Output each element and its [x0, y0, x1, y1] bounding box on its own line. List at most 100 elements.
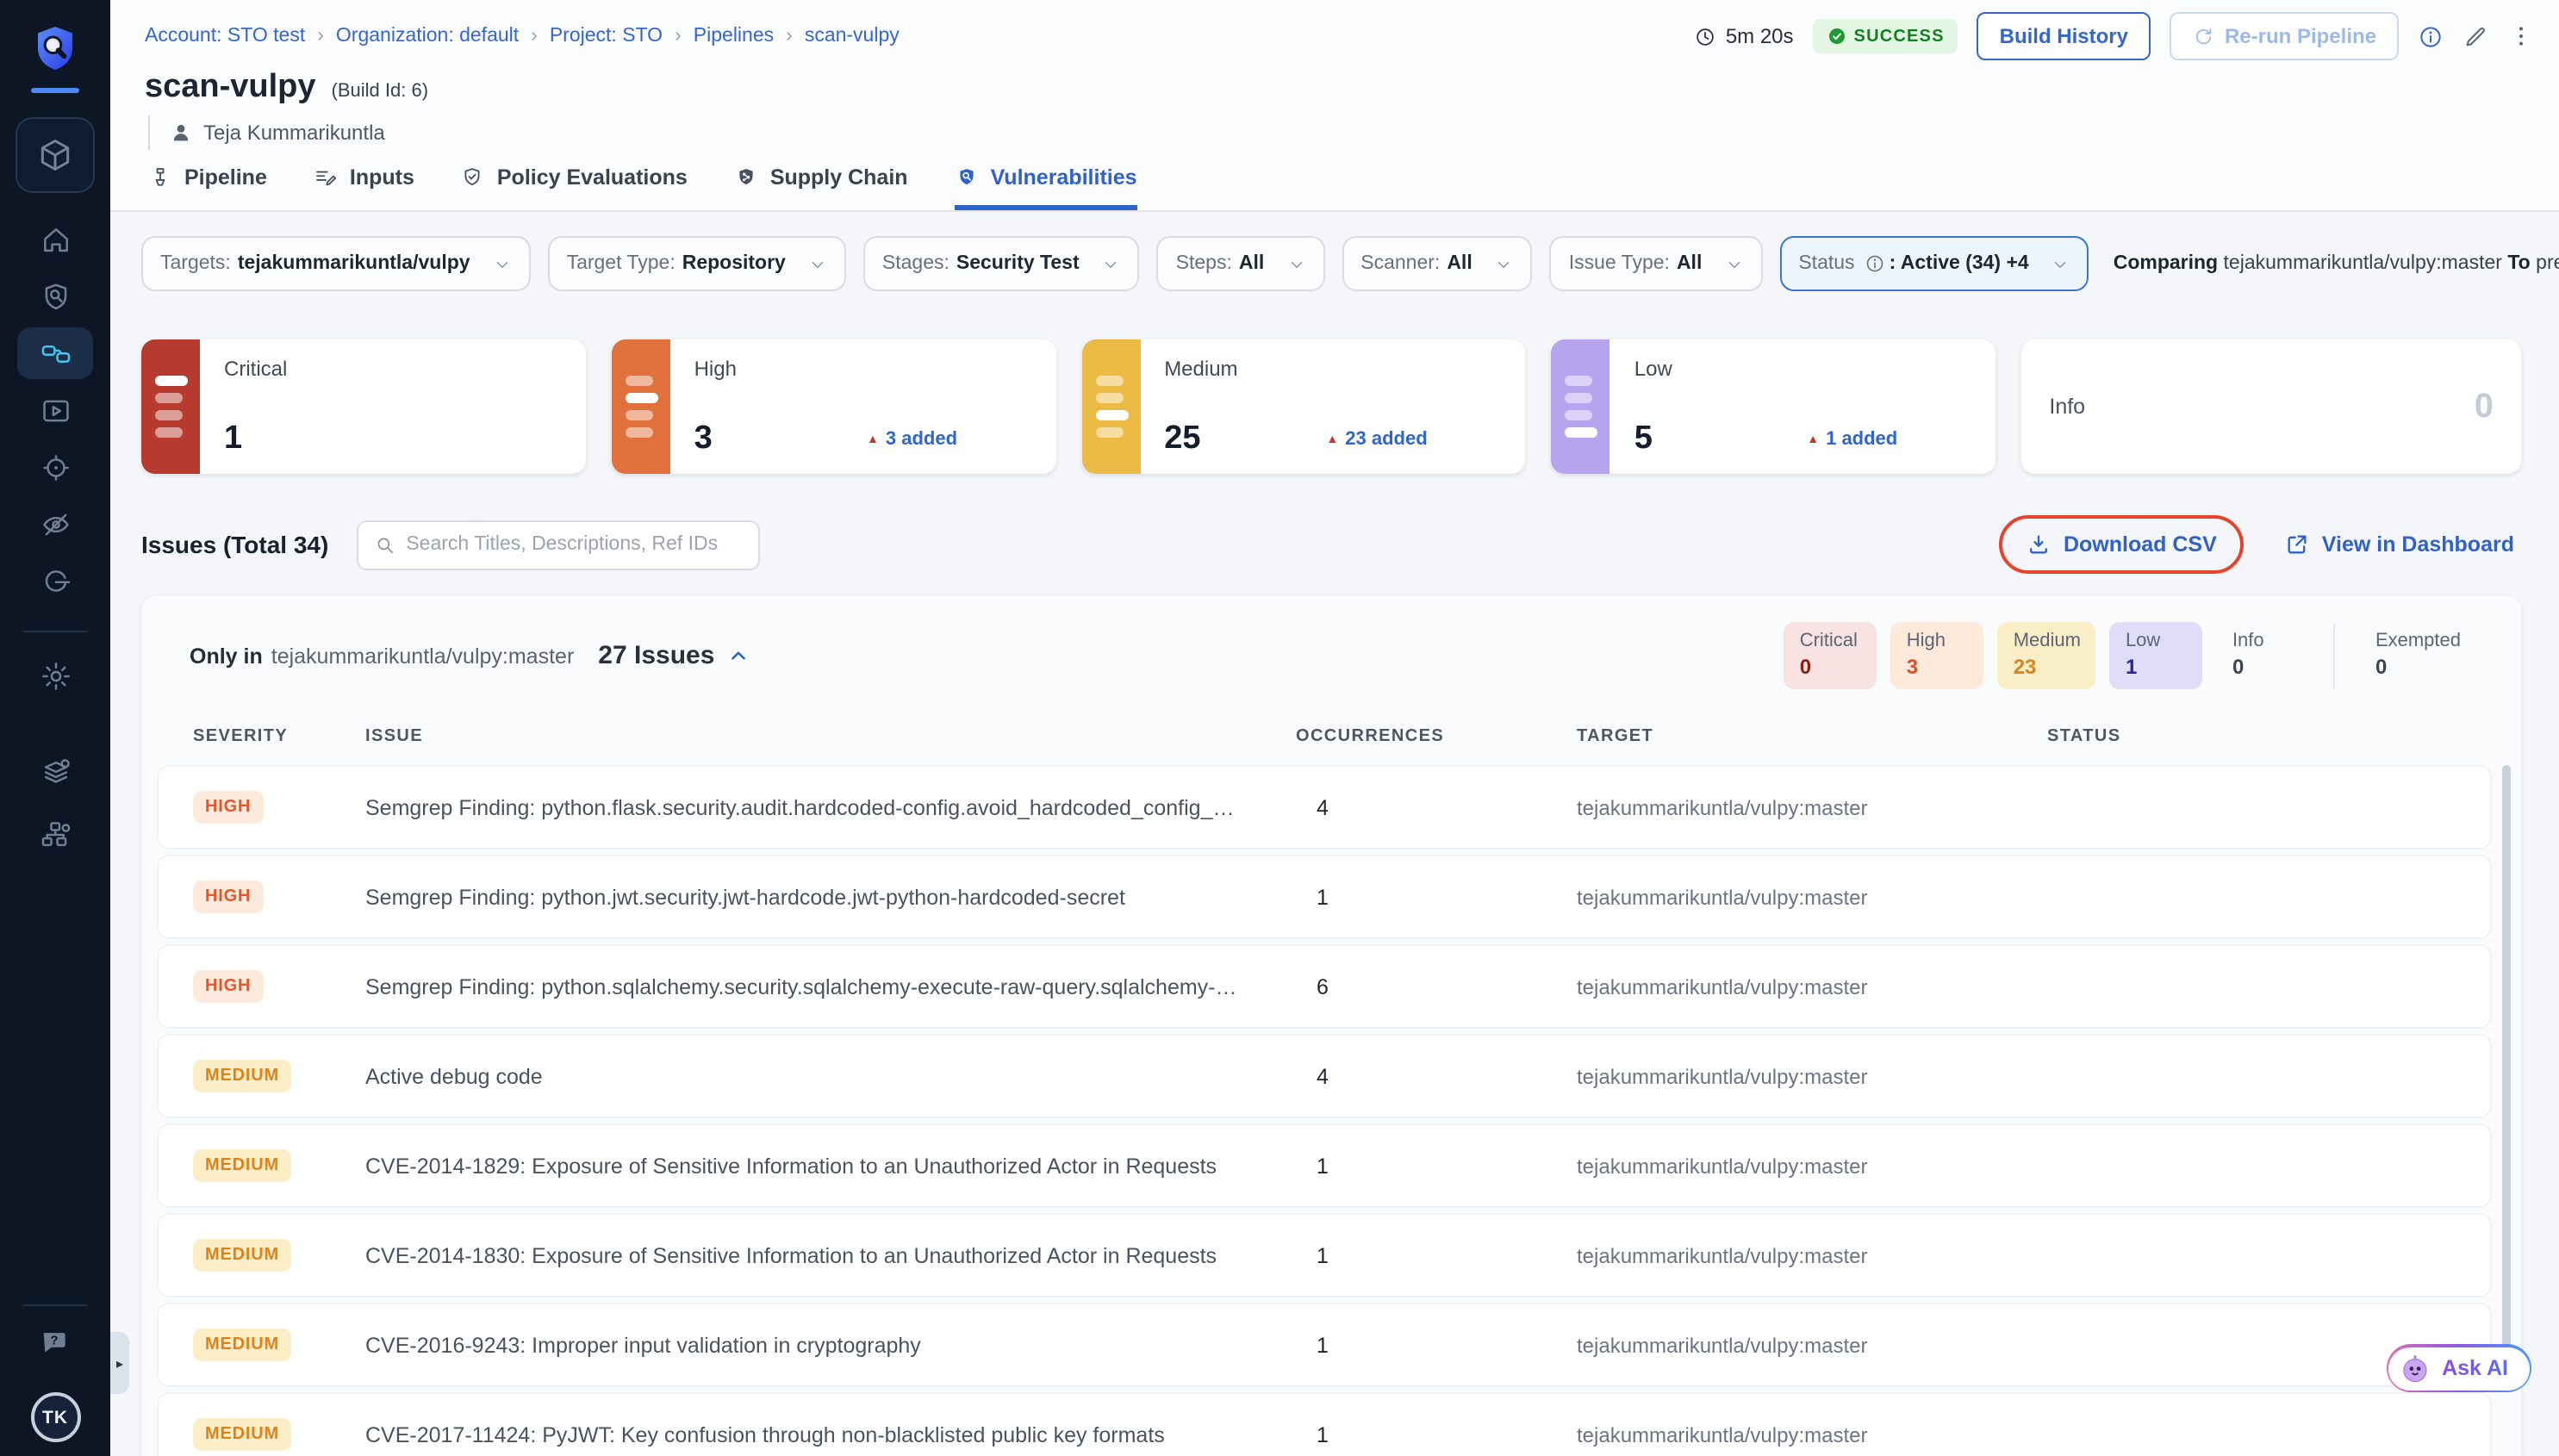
table-row[interactable]: MEDIUMCVE-2014-1829: Exposure of Sensiti… [159, 1125, 2490, 1206]
breadcrumb-link[interactable]: Project: STO [550, 26, 663, 47]
summary-pill-count: 1 [2126, 655, 2188, 679]
filter-status[interactable]: Status: Active (34) +4 [1779, 236, 2089, 291]
group-header: Only in tejakummarikuntla/vulpy:master 2… [141, 596, 2521, 700]
table-row[interactable]: MEDIUMActive debug code4tejakummarikuntl… [159, 1036, 2490, 1117]
duration-value: 5m 20s [1726, 24, 1794, 48]
column-header-status: STATUS [2047, 727, 2521, 746]
tab-supply-chain[interactable]: Supply Chain [734, 165, 908, 210]
target-value: tejakummarikuntla/vulpy:master [1577, 885, 2047, 909]
severity-card-label: Info [2049, 395, 2085, 419]
sidebar-bottom: ? TK [0, 1280, 110, 1456]
filter-targettype[interactable]: Target Type:Repository [548, 236, 846, 291]
vulnerabilities-tab-icon [955, 165, 979, 190]
clock-icon [1695, 25, 1717, 47]
sidebar-item-shield-scan[interactable] [17, 271, 93, 322]
tab-pipeline[interactable]: Pipeline [148, 165, 267, 210]
search-box[interactable] [356, 520, 759, 569]
main-column: Account: STO test › Organization: default ›… [110, 0, 2559, 1456]
user-avatar[interactable]: TK [30, 1392, 80, 1442]
edit-pipeline-icon[interactable] [2462, 23, 2488, 49]
scrollbar-thumb[interactable] [2502, 765, 2511, 1372]
severity-summary-pills: Critical0High3Medium23Low1Info0Exempted0 [1784, 622, 2476, 689]
sidebar-nav [17, 214, 93, 607]
breadcrumb-link[interactable]: Organization: default [336, 26, 519, 47]
breadcrumb-link[interactable]: Account: STO test [145, 26, 305, 47]
sidebar-item-settings[interactable] [17, 650, 93, 701]
tab-policy-evaluations[interactable]: Policy Evaluations [461, 165, 688, 210]
table-row[interactable]: HIGHSemgrep Finding: python.flask.securi… [159, 767, 2490, 848]
target-value: tejakummarikuntla/vulpy:master [1577, 795, 2047, 819]
sidebar-item-token[interactable] [17, 555, 93, 607]
sidebar-expand-handle[interactable]: ▸ [110, 1332, 129, 1394]
kebab-menu-icon[interactable] [2507, 22, 2535, 50]
tab-vulnerabilities[interactable]: Vulnerabilities [955, 165, 1137, 210]
issues-table-body: HIGHSemgrep Finding: python.flask.securi… [141, 763, 2521, 1456]
target-value: tejakummarikuntla/vulpy:master [1577, 1422, 2047, 1447]
severity-card-count: 25 [1164, 420, 1200, 458]
severity-badge: HIGH [193, 880, 263, 913]
triangle-up-icon: ▲ [867, 433, 879, 445]
issue-title: Semgrep Finding: python.jwt.security.jwt… [365, 885, 1296, 909]
table-row[interactable]: MEDIUMCVE-2017-11424: PyJWT: Key confusi… [159, 1394, 2490, 1456]
filter-steps[interactable]: Steps:All [1157, 236, 1325, 291]
column-header-issue: ISSUE [365, 727, 1296, 746]
issue-title: Active debug code [365, 1064, 1296, 1088]
table-row[interactable]: MEDIUMCVE-2014-1830: Exposure of Sensiti… [159, 1215, 2490, 1296]
filter-row: Targets:tejakummarikuntla/vulpy Target Ty… [141, 236, 2521, 291]
sto-shield-logo[interactable] [29, 22, 81, 74]
sidebar-item-layers-gear[interactable] [17, 746, 93, 798]
table-row[interactable]: HIGH Semgrep Finding: python.jwt.security… [159, 856, 2490, 937]
filter-issuetype[interactable]: Issue Type:All [1550, 236, 1763, 291]
severity-badge: HIGH [193, 970, 263, 1003]
build-duration: 5m 20s [1695, 24, 1794, 48]
filter-value: Security Test [956, 253, 1080, 274]
group-issues-count[interactable]: 27 Issues [598, 641, 749, 670]
summary-pill-label: Info [2232, 631, 2294, 651]
severity-cards: Critical1High3▲3 addedMedium25▲23 addedL… [141, 339, 2521, 474]
occurrences-value: 1 [1296, 1333, 1577, 1357]
module-selector-button[interactable] [16, 117, 95, 193]
sidebar-item-eye-off[interactable] [17, 498, 93, 550]
breadcrumb-separator: › [675, 26, 682, 47]
build-history-button[interactable]: Build History [1977, 12, 2151, 60]
search-input[interactable] [406, 534, 742, 555]
tab-label: Pipeline [184, 165, 267, 190]
column-header-target: TARGET [1577, 727, 2047, 746]
filter-value: Repository [682, 253, 786, 274]
table-row[interactable]: MEDIUMCVE-2016-9243: Improper input vali… [159, 1304, 2490, 1385]
target-value: tejakummarikuntla/vulpy:master [1577, 1154, 2047, 1178]
sidebar-item-home[interactable] [17, 214, 93, 265]
sidebar-item-pipelines[interactable] [17, 327, 93, 379]
sidebar-item-org-gear[interactable] [17, 808, 93, 860]
breadcrumb: Account: STO test › Organization: default ›… [145, 26, 900, 47]
filter-stages[interactable]: Stages:Security Test [863, 236, 1140, 291]
sidebar-item-targets[interactable] [17, 441, 93, 493]
download-csv-button[interactable]: Download CSV [2027, 532, 2217, 557]
info-icon[interactable] [2418, 23, 2444, 49]
svg-text:?: ? [50, 1333, 58, 1347]
sidebar-item-help[interactable]: ? [17, 1316, 93, 1368]
issue-title: CVE-2016-9243: Improper input validation… [365, 1333, 1296, 1357]
sidebar-item-executions[interactable] [17, 384, 93, 436]
inputs-tab-icon [314, 165, 338, 190]
author-name: Teja Kummarikuntla [203, 121, 385, 145]
breadcrumb-link[interactable]: scan-vulpy [805, 26, 900, 47]
table-row[interactable]: HIGHSemgrep Finding: python.sqlalchemy.s… [159, 946, 2490, 1027]
rerun-pipeline-button[interactable]: Re-run Pipeline [2170, 12, 2399, 60]
topbar-actions: 5m 20s SUCCESS Build History Re-run Pipe… [1695, 12, 2535, 60]
sidebar-lower-nav [17, 746, 93, 860]
ask-ai-button[interactable]: Ask AI [2386, 1344, 2531, 1392]
filter-label: Steps: [1176, 253, 1232, 274]
comparing-text: Comparing tejakummarikuntla/vulpy:master… [2114, 253, 2559, 274]
view-in-dashboard-button[interactable]: View in Dashboard [2286, 532, 2514, 557]
breadcrumb-separator: › [317, 26, 324, 47]
severity-card-label: Critical [224, 357, 562, 381]
policy-tab-icon [461, 165, 485, 190]
filter-label: Scanner: [1360, 253, 1440, 274]
filter-targets[interactable]: Targets:tejakummarikuntla/vulpy [141, 236, 531, 291]
filter-label: Issue Type: [1569, 253, 1670, 274]
tab-inputs[interactable]: Inputs [314, 165, 414, 210]
breadcrumb-link[interactable]: Pipelines [694, 26, 774, 47]
filter-scanner[interactable]: Scanner:All [1342, 236, 1532, 291]
severity-card-count: 0 [2475, 387, 2494, 426]
